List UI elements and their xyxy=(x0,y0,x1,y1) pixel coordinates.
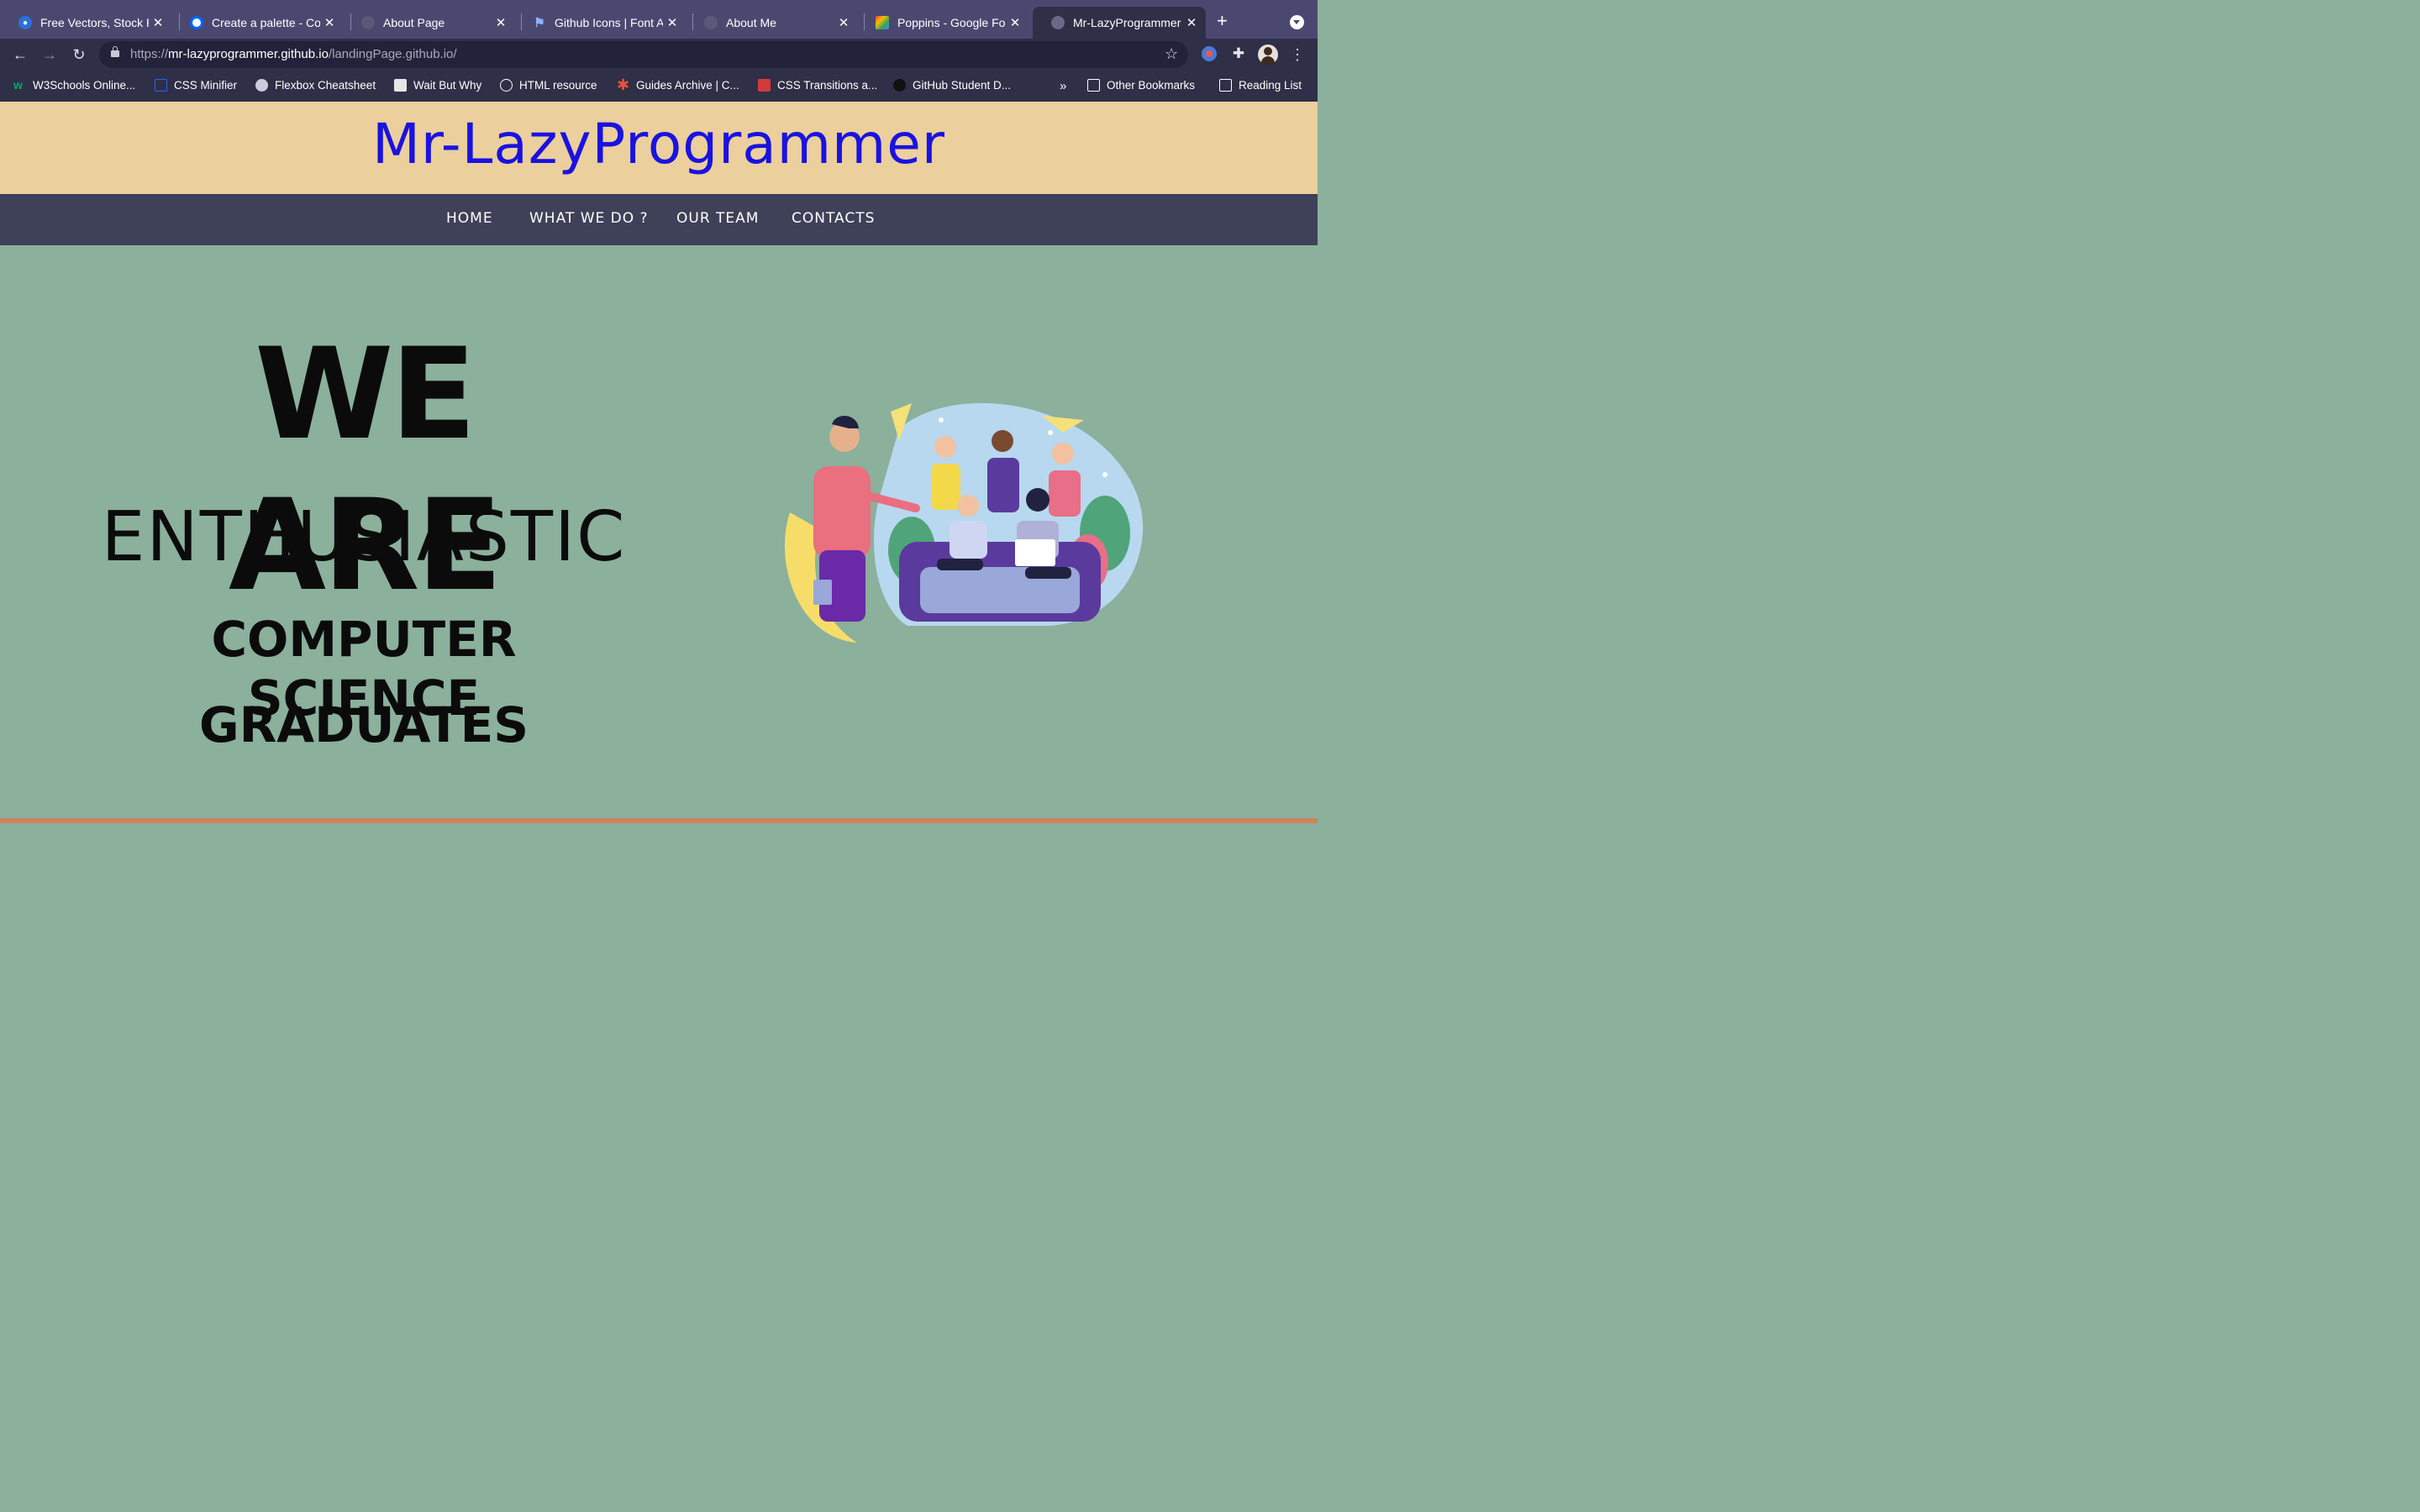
person-head xyxy=(1026,488,1050,512)
lock-icon xyxy=(111,46,119,57)
extension-icon[interactable] xyxy=(1202,46,1217,61)
tab-freepik[interactable]: ● Free Vectors, Stock P ✕ xyxy=(0,7,172,39)
person-body xyxy=(931,464,960,510)
person-head xyxy=(957,495,979,517)
kebab-menu-icon[interactable]: ⋮ xyxy=(1288,45,1307,64)
sparkle-icon xyxy=(1048,430,1053,435)
reading-list-button[interactable]: Reading List xyxy=(1219,79,1302,92)
person-head xyxy=(934,436,956,458)
asterisk-icon: ✱ xyxy=(617,76,630,93)
tab-about-me[interactable]: About Me ✕ xyxy=(686,7,858,39)
person-legs xyxy=(937,559,983,570)
laptop-icon xyxy=(1015,539,1055,566)
tab-coolors[interactable]: Create a palette - Coo ✕ xyxy=(171,7,344,39)
forward-arrow-icon[interactable]: → xyxy=(40,45,59,64)
waitbutwhy-icon xyxy=(394,79,407,92)
reload-icon[interactable]: ↻ xyxy=(70,45,88,64)
google-fonts-icon xyxy=(876,16,889,29)
nav-home[interactable]: HOME xyxy=(446,210,493,227)
reading-list-icon xyxy=(1219,79,1232,92)
angular-icon xyxy=(500,79,513,92)
bookmark-w3schools[interactable]: w W3Schools Online... xyxy=(13,79,135,92)
person-body xyxy=(813,466,871,559)
person-legs xyxy=(1025,567,1071,579)
robot-icon xyxy=(758,79,771,92)
book-icon xyxy=(813,580,832,605)
person-head xyxy=(1052,443,1074,465)
puzzle-icon[interactable]: ✚ xyxy=(1231,46,1246,61)
bookmark-flexbox[interactable]: Flexbox Cheatsheet xyxy=(255,79,376,92)
tab-search-button[interactable] xyxy=(1290,15,1304,29)
person-head xyxy=(992,430,1013,452)
bookmark-html-resource[interactable]: HTML resource xyxy=(500,79,597,92)
bookmark-github-student[interactable]: GitHub Student D... xyxy=(893,79,1011,92)
nav-our-team[interactable]: OUR TEAM xyxy=(676,210,759,227)
avatar-body xyxy=(1261,56,1275,65)
tab-github-icons[interactable]: ⚑ Github Icons | Font Aw ✕ xyxy=(514,7,687,39)
close-tab-icon[interactable]: ✕ xyxy=(492,15,510,30)
hero-line-graduates: GRADUATES xyxy=(199,696,529,753)
sparkle-icon xyxy=(1102,472,1107,477)
freepik-icon: ● xyxy=(18,16,32,29)
hero-line-enthusiastic: ENTHUSIASTIC xyxy=(101,497,627,577)
close-tab-icon[interactable]: ✕ xyxy=(834,15,853,30)
globe-icon xyxy=(1051,16,1065,29)
css-icon xyxy=(155,79,167,92)
bookmark-css-minifier[interactable]: CSS Minifier xyxy=(155,79,237,92)
close-tab-icon[interactable]: ✕ xyxy=(663,15,681,30)
bookmarks-overflow-button[interactable]: » xyxy=(1060,79,1066,93)
globe-icon xyxy=(361,16,375,29)
bookmark-star-icon[interactable]: ☆ xyxy=(1165,45,1178,63)
bookmark-wait-but-why[interactable]: Wait But Why xyxy=(394,79,481,92)
github-icon xyxy=(893,79,906,92)
close-tab-icon[interactable]: ✕ xyxy=(1006,15,1024,30)
back-arrow-icon[interactable]: ← xyxy=(11,45,29,64)
close-tab-icon[interactable]: ✕ xyxy=(149,15,167,30)
other-bookmarks-folder[interactable]: Other Bookmarks xyxy=(1087,79,1195,92)
nav-contacts[interactable]: CONTACTS xyxy=(792,210,875,227)
close-tab-icon[interactable]: ✕ xyxy=(1182,15,1201,30)
bookmark-guides-archive[interactable]: ✱ Guides Archive | C... xyxy=(617,76,739,93)
profile-avatar[interactable] xyxy=(1258,45,1278,65)
avatar-head xyxy=(1264,47,1272,55)
person-body xyxy=(987,458,1019,512)
nav-what-we-do[interactable]: WHAT WE DO ? xyxy=(529,210,649,227)
new-tab-button[interactable]: + xyxy=(1217,12,1228,30)
flag-icon: ⚑ xyxy=(534,16,545,30)
close-tab-icon[interactable]: ✕ xyxy=(320,15,339,30)
globe-icon xyxy=(704,16,718,29)
tab-mr-lazyprogrammer[interactable]: Mr-LazyProgrammer ✕ xyxy=(1033,7,1206,39)
folder-icon xyxy=(1087,79,1100,92)
coolors-icon xyxy=(190,16,203,29)
site-nav xyxy=(0,194,1318,245)
team-illustration xyxy=(784,402,1144,643)
person-body xyxy=(1049,470,1081,517)
sparkle-icon xyxy=(939,417,944,423)
avatar-icon xyxy=(255,79,268,92)
bookmark-css-transitions[interactable]: CSS Transitions a... xyxy=(758,79,877,92)
section-divider xyxy=(0,818,1318,823)
person-body xyxy=(950,521,987,559)
tab-about-page[interactable]: About Page ✕ xyxy=(343,7,515,39)
tab-poppins[interactable]: Poppins - Google Fon ✕ xyxy=(857,7,1029,39)
site-title: Mr-LazyProgrammer xyxy=(371,112,946,176)
w3schools-icon: w xyxy=(13,78,23,92)
url-text[interactable]: https://mr-lazyprogrammer.github.io/land… xyxy=(130,47,457,61)
